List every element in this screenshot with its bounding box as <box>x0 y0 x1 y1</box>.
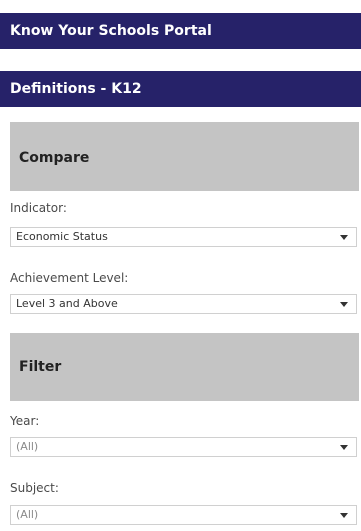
definitions-title: Definitions - K12 <box>10 81 142 97</box>
portal-title: Know Your Schools Portal <box>10 23 212 39</box>
subject-value: (All) <box>16 508 39 521</box>
filter-section-header: Filter <box>10 333 359 401</box>
chevron-down-icon <box>340 513 348 518</box>
achievement-level-value: Level 3 and Above <box>16 297 118 310</box>
definitions-banner[interactable]: Definitions - K12 <box>0 71 361 107</box>
compare-section-header: Compare <box>10 122 359 191</box>
subject-dropdown[interactable]: (All) <box>10 505 357 525</box>
year-value: (All) <box>16 440 39 453</box>
compare-title: Compare <box>19 150 90 166</box>
dashboard-panel: Know Your Schools Portal Definitions - K… <box>0 0 361 531</box>
achievement-level-dropdown[interactable]: Level 3 and Above <box>10 294 357 314</box>
indicator-value: Economic Status <box>16 230 108 243</box>
indicator-dropdown[interactable]: Economic Status <box>10 227 357 247</box>
indicator-label: Indicator: <box>10 201 67 215</box>
chevron-down-icon <box>340 235 348 240</box>
filter-title: Filter <box>19 359 62 375</box>
portal-title-banner[interactable]: Know Your Schools Portal <box>0 13 361 49</box>
year-label: Year: <box>10 414 40 428</box>
chevron-down-icon <box>340 302 348 307</box>
chevron-down-icon <box>340 445 348 450</box>
year-dropdown[interactable]: (All) <box>10 437 357 457</box>
subject-label: Subject: <box>10 481 59 495</box>
achievement-level-label: Achievement Level: <box>10 271 129 285</box>
